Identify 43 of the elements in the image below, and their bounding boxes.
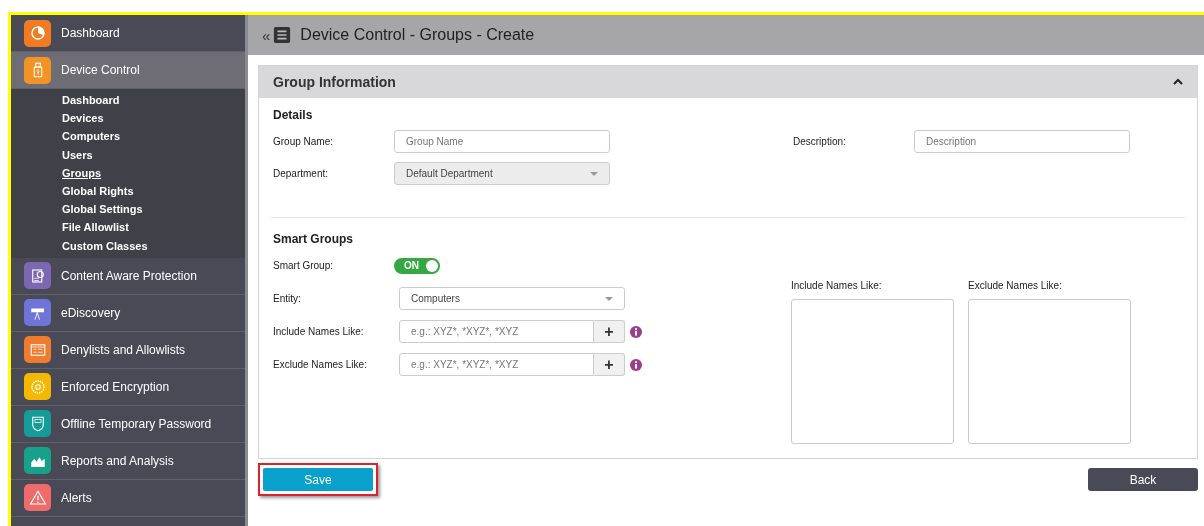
- page-title: Device Control - Groups - Create: [300, 26, 535, 44]
- sidebar-item[interactable]: Enforced Encryption: [11, 368, 245, 406]
- info-icon[interactable]: [630, 358, 642, 371]
- submenu-item[interactable]: Groups: [62, 163, 102, 182]
- add-button[interactable]: +: [594, 353, 625, 376]
- field-label: Include Names Like:: [273, 326, 365, 337]
- field-label: Smart Group:: [273, 260, 335, 271]
- collapse-button[interactable]: «: [262, 26, 271, 44]
- entity-dropdown[interactable]: Computers: [399, 287, 625, 310]
- sidebar-item[interactable]: Alerts: [11, 479, 245, 517]
- sidebar-item[interactable]: Content Aware Protection: [11, 257, 245, 295]
- panel-title: Group Information: [273, 74, 396, 90]
- field-label: Entity:: [273, 293, 302, 304]
- submenu-item[interactable]: Global Rights: [62, 182, 134, 201]
- submenu-item[interactable]: Computers: [62, 127, 121, 146]
- submenu-item[interactable]: Devices: [62, 109, 104, 128]
- add-button[interactable]: +: [594, 320, 625, 343]
- back-button[interactable]: Back: [1088, 468, 1198, 491]
- field-label: Group Name:: [273, 136, 335, 147]
- names-input-field[interactable]: e.g.: XYZ*, *XYZ*, *XYZ: [399, 320, 594, 343]
- list-label: Exclude Names Like:: [968, 280, 1063, 291]
- sidebar-item[interactable]: Denylists and Allowlists: [11, 331, 245, 369]
- field-label: Description:: [793, 136, 847, 147]
- section-heading: Details: [273, 108, 314, 122]
- submenu-item[interactable]: Custom Classes: [62, 236, 148, 255]
- submenu-item[interactable]: Dashboard: [62, 91, 120, 110]
- sidebar-item[interactable]: Reports and Analysis: [11, 442, 245, 480]
- field-label: Exclude Names Like:: [273, 359, 368, 370]
- list-label: Include Names Like:: [791, 280, 883, 291]
- field-label: Department:: [273, 168, 330, 179]
- submenu-item[interactable]: File Allowlist: [62, 218, 129, 237]
- submenu-item[interactable]: Global Settings: [62, 200, 143, 219]
- group-name-field[interactable]: Group Name: [394, 130, 610, 153]
- info-icon[interactable]: [630, 325, 642, 338]
- sidebar-item[interactable]: eDiscovery: [11, 294, 245, 332]
- menu-icon: [273, 26, 292, 44]
- collapse-caret-icon[interactable]: [1173, 78, 1183, 86]
- sidebar-item[interactable]: Device Control: [11, 52, 245, 89]
- names-input-field[interactable]: e.g.: XYZ*, *XYZ*, *XYZ: [399, 353, 594, 376]
- sidebar-item[interactable]: Offline Temporary Password: [11, 405, 245, 443]
- submenu-item[interactable]: Users: [62, 145, 93, 164]
- description-field[interactable]: Description: [914, 130, 1130, 153]
- section-heading: Smart Groups: [273, 232, 354, 246]
